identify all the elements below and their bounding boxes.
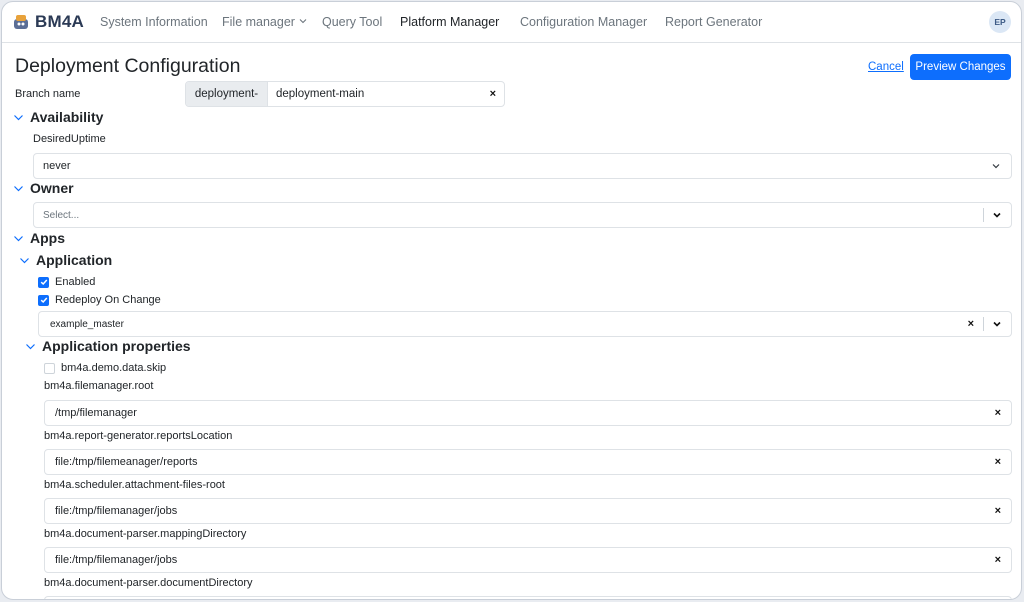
application-selected-value: example_master <box>50 318 124 330</box>
application-section-header[interactable]: Application <box>19 252 112 268</box>
property-label: bm4a.scheduler.attachment-files-root <box>44 479 225 491</box>
branch-name-input[interactable]: deployment-main × <box>268 82 504 106</box>
mapping-directory-input[interactable]: file:/tmp/filemanager/jobs × <box>44 547 1012 573</box>
property-label: bm4a.document-parser.documentDirectory <box>44 577 253 589</box>
owner-heading: Owner <box>30 180 74 196</box>
clear-field-icon[interactable]: × <box>995 505 1001 517</box>
demo-data-skip-checkbox[interactable] <box>44 362 55 374</box>
checkmark-icon <box>40 279 47 286</box>
app-window: BM4A System Information File manager Que… <box>1 1 1022 600</box>
redeploy-on-change-checkbox[interactable] <box>38 294 49 306</box>
nav-item-platform-manager[interactable]: Platform Manager <box>400 15 499 29</box>
enabled-checkbox[interactable] <box>38 276 49 288</box>
chevron-down-icon[interactable] <box>992 210 1002 220</box>
clear-application-icon[interactable]: × <box>968 318 974 330</box>
application-select[interactable]: example_master × <box>38 311 1012 337</box>
clear-field-icon[interactable]: × <box>995 554 1001 566</box>
property-label: bm4a.document-parser.mappingDirectory <box>44 528 247 540</box>
property-label: bm4a.filemanager.root <box>44 380 154 392</box>
page-title: Deployment Configuration <box>15 55 241 77</box>
apps-section-header[interactable]: Apps <box>13 230 65 246</box>
chevron-down-icon[interactable] <box>992 319 1002 329</box>
demo-data-skip-row[interactable]: bm4a.demo.data.skip <box>44 362 166 374</box>
nav-item-file-manager-label: File manager <box>222 15 295 29</box>
branch-name-value: deployment-main <box>276 88 365 100</box>
document-directory-input[interactable] <box>44 596 1012 599</box>
apps-heading: Apps <box>30 230 65 246</box>
property-value: file:/tmp/filemanager/jobs <box>55 505 178 517</box>
user-avatar[interactable]: EP <box>989 11 1011 33</box>
owner-section-header[interactable]: Owner <box>13 180 74 196</box>
property-label: bm4a.report-generator.reportsLocation <box>44 430 233 442</box>
property-value: file:/tmp/filemeanager/reports <box>55 456 198 468</box>
brand-logo-icon <box>14 15 28 29</box>
availability-section-header[interactable]: Availability <box>13 109 103 125</box>
application-properties-section-header[interactable]: Application properties <box>25 338 191 354</box>
chevron-down-icon <box>26 343 35 349</box>
brand-name: BM4A <box>35 12 84 31</box>
owner-placeholder: Select... <box>43 209 80 221</box>
desired-uptime-value: never <box>43 160 71 172</box>
property-value: file:/tmp/filemanager/jobs <box>55 554 178 566</box>
clear-field-icon[interactable]: × <box>995 407 1001 419</box>
application-heading: Application <box>36 252 113 268</box>
attachment-files-root-input[interactable]: file:/tmp/filemanager/jobs × <box>44 498 1012 524</box>
cancel-link[interactable]: Cancel <box>868 61 904 73</box>
availability-heading: Availability <box>30 109 104 125</box>
checkmark-icon <box>40 297 47 304</box>
chevron-down-icon <box>20 257 29 263</box>
desired-uptime-select[interactable]: never <box>33 153 1012 179</box>
nav-item-report-generator[interactable]: Report Generator <box>665 15 762 29</box>
brand[interactable]: BM4A <box>12 12 84 32</box>
branch-name-label: Branch name <box>15 88 81 100</box>
branch-prefix: deployment- <box>186 82 268 106</box>
nav-item-configuration-manager[interactable]: Configuration Manager <box>520 15 647 29</box>
chevron-down-icon <box>14 235 23 241</box>
reports-location-input[interactable]: file:/tmp/filemeanager/reports × <box>44 449 1012 475</box>
top-navbar: BM4A System Information File manager Que… <box>2 2 1021 43</box>
desired-uptime-label: DesiredUptime <box>33 133 106 145</box>
chevron-down-icon <box>992 164 1000 169</box>
enabled-checkbox-row[interactable]: Enabled <box>38 276 95 288</box>
redeploy-on-change-label: Redeploy On Change <box>55 294 161 306</box>
filemanager-root-input[interactable]: /tmp/filemanager × <box>44 400 1012 426</box>
nav-item-system-information[interactable]: System Information <box>100 15 208 29</box>
enabled-label: Enabled <box>55 276 96 288</box>
branch-input-group: deployment- deployment-main × <box>185 81 505 107</box>
chevron-down-icon <box>299 19 307 24</box>
clear-field-icon[interactable]: × <box>995 456 1001 468</box>
select-divider <box>983 317 984 331</box>
chevron-down-icon <box>14 185 23 191</box>
chevron-down-icon <box>14 114 23 120</box>
property-value: /tmp/filemanager <box>55 407 137 419</box>
clear-branch-icon[interactable]: × <box>490 88 496 100</box>
nav-item-query-tool[interactable]: Query Tool <box>322 15 382 29</box>
owner-select[interactable]: Select... <box>33 202 1012 228</box>
redeploy-checkbox-row[interactable]: Redeploy On Change <box>38 294 161 306</box>
nav-item-file-manager[interactable]: File manager <box>222 15 307 29</box>
select-divider <box>983 208 984 222</box>
application-properties-heading: Application properties <box>42 338 191 354</box>
demo-data-skip-label: bm4a.demo.data.skip <box>61 362 167 374</box>
preview-changes-button[interactable]: Preview Changes <box>910 54 1011 80</box>
